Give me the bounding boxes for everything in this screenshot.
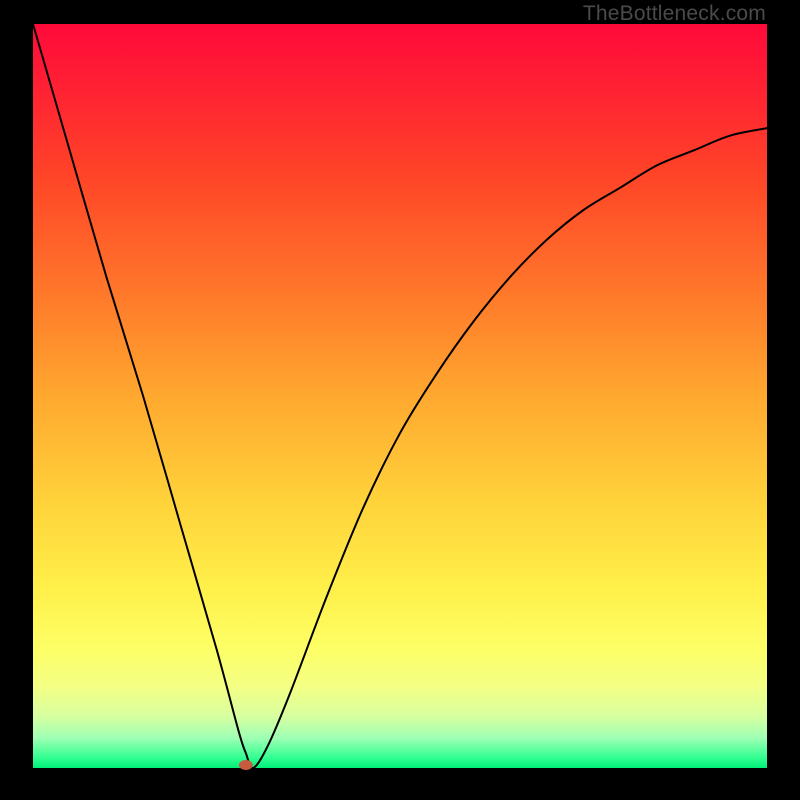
attribution-text: TheBottleneck.com [583,2,766,26]
minimum-marker [239,760,253,770]
bottleneck-curve [33,24,767,768]
chart-svg [33,24,767,768]
plot-area [33,24,767,768]
outer-frame: TheBottleneck.com [0,0,800,800]
